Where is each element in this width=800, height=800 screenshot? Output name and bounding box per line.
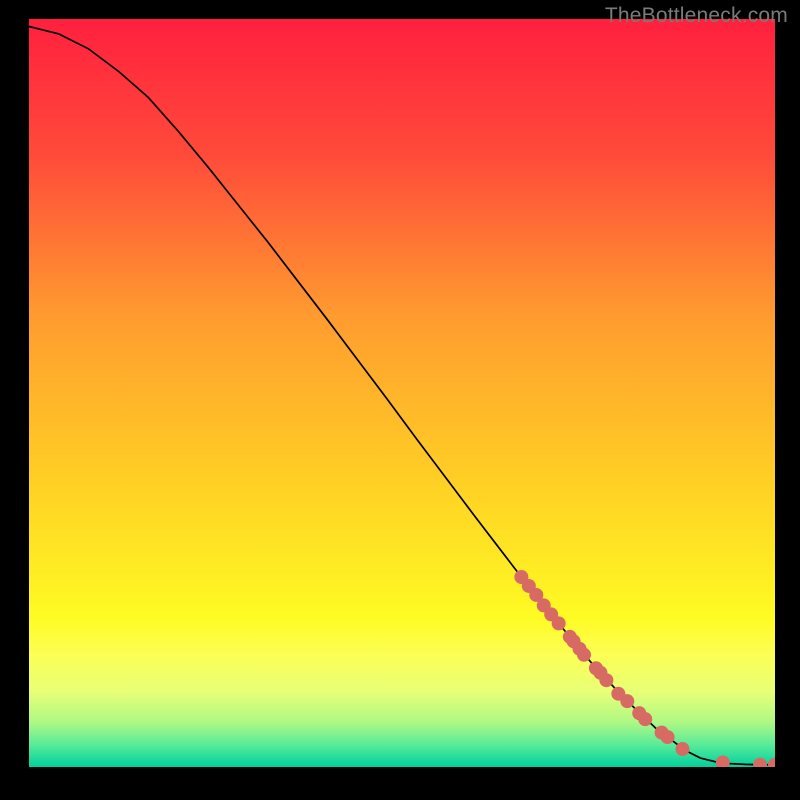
plot-area	[29, 19, 775, 767]
data-point	[661, 730, 675, 744]
data-point	[638, 712, 652, 726]
data-point	[620, 694, 634, 708]
gradient-background	[29, 19, 775, 767]
chart-svg	[29, 19, 775, 767]
data-point	[577, 648, 591, 662]
data-point	[599, 673, 613, 687]
source-watermark: TheBottleneck.com	[605, 4, 788, 28]
data-point	[676, 742, 690, 756]
data-point	[552, 616, 566, 630]
figure-container: TheBottleneck.com	[0, 0, 800, 800]
